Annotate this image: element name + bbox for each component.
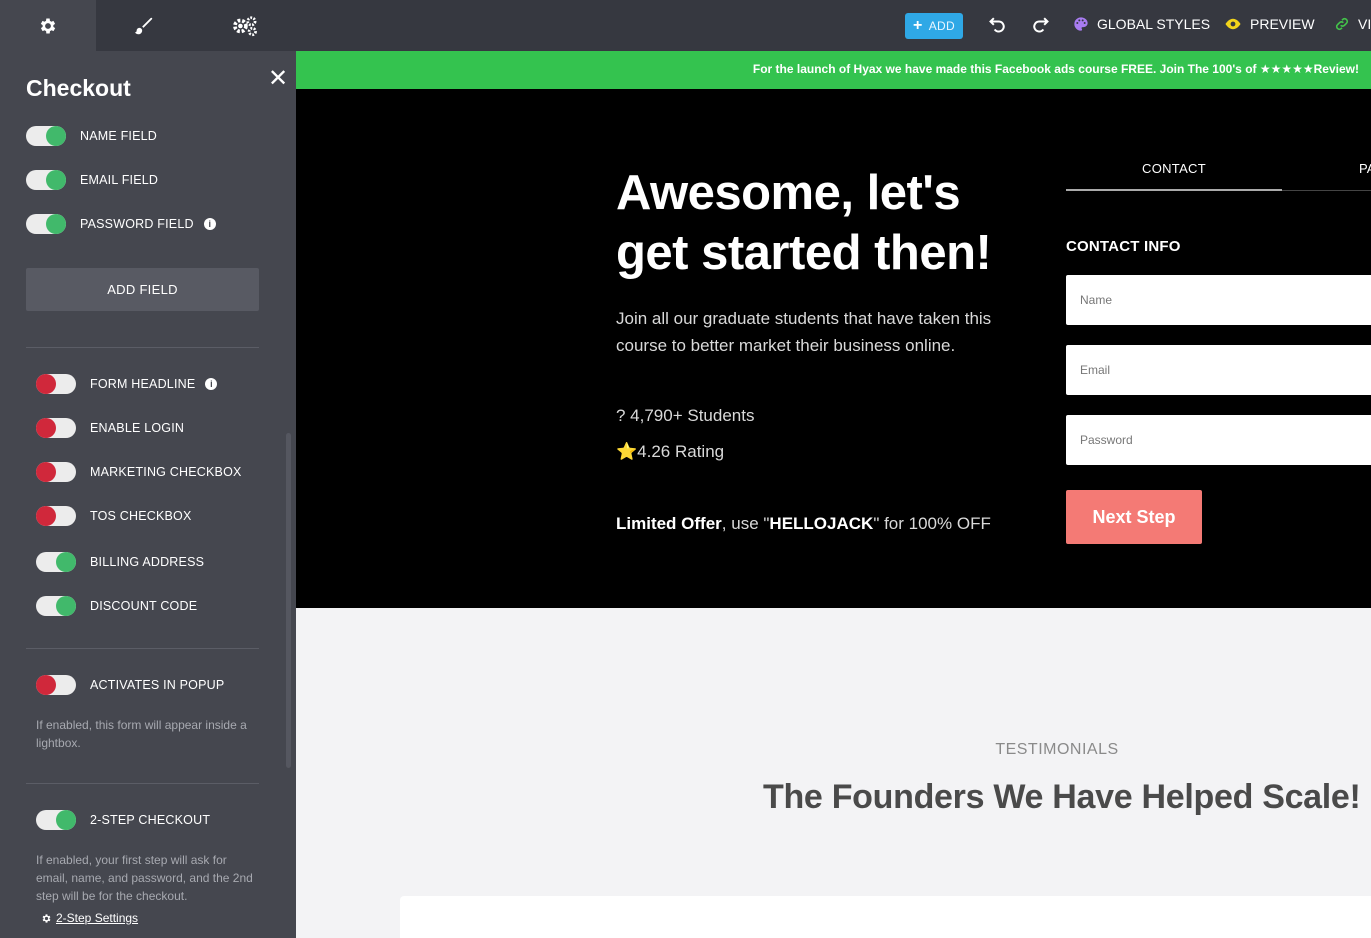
hero-subtext: Join all our graduate students that have… — [616, 309, 992, 355]
offer-text: Limited Offer, use "HELLOJACK" for 100% … — [616, 514, 991, 534]
divider — [26, 347, 259, 348]
view-live-button[interactable]: VI — [1334, 16, 1371, 32]
two-step-settings-label: 2-Step Settings — [56, 911, 139, 925]
billing-address-toggle[interactable] — [36, 552, 76, 572]
sidebar-scrollbar[interactable] — [286, 433, 291, 768]
students-stat: ? 4,790+ Students — [616, 406, 755, 425]
design-tab[interactable] — [96, 0, 192, 51]
redo-icon — [1033, 17, 1049, 33]
toggle-label: ACTIVATES IN POPUP — [90, 678, 225, 692]
offer-code: HELLOJACK — [769, 514, 874, 533]
add-label: ADD — [928, 19, 955, 33]
add-field-button[interactable]: ADD FIELD — [26, 268, 259, 311]
tab-contact-underline — [1066, 189, 1282, 191]
toggle-row-popup: ACTIVATES IN POPUP — [36, 674, 224, 696]
toggle-row-discount-code: DISCOUNT CODE — [36, 595, 197, 617]
settings-tab[interactable] — [0, 0, 96, 51]
preview-button[interactable]: PREVIEW — [1224, 16, 1315, 32]
gear-icon — [40, 18, 56, 33]
toggle-label: DISCOUNT CODE — [90, 599, 198, 613]
toggle-row-name-field: NAME FIELD — [26, 125, 157, 147]
toggle-label: ENABLE LOGIN — [90, 421, 185, 435]
checkout-settings-panel: Checkout ✕ NAME FIELD EMAIL FIELD PASSWO… — [0, 51, 296, 938]
undo-button[interactable] — [988, 14, 1008, 39]
offer-suffix: " for 100% OFF — [873, 514, 991, 533]
toggle-row-form-headline: FORM HEADLINE i — [36, 373, 218, 395]
discount-code-toggle[interactable] — [36, 596, 76, 616]
toggle-row-two-step: 2-STEP CHECKOUT — [36, 809, 210, 831]
hero-headline: Awesome, let's get started then! — [616, 166, 992, 280]
toggle-label: TOS CHECKBOX — [90, 509, 192, 523]
enable-login-toggle[interactable] — [36, 418, 76, 438]
toggle-row-tos-checkbox: TOS CHECKBOX — [36, 505, 192, 527]
panel-title: Checkout — [26, 75, 131, 101]
two-step-checkout-toggle[interactable] — [36, 810, 76, 830]
paint-brush-icon — [134, 17, 153, 34]
top-toolbar: + ADD GLOBAL STYLES PREVIEW VI — [0, 0, 1371, 51]
tab-payment[interactable]: PA — [1359, 161, 1371, 176]
info-icon[interactable]: i — [203, 218, 216, 230]
toggle-label: MARKETING CHECKBOX — [90, 465, 242, 479]
gear-icon — [42, 913, 51, 923]
view-label: VI — [1358, 16, 1371, 32]
offer-mid: , use " — [721, 514, 770, 533]
hero-section[interactable]: Awesome, let's get started then! Join al… — [296, 89, 1371, 608]
plus-icon: + — [913, 17, 923, 34]
rating-stat: ⭐4.26 Rating — [616, 442, 725, 461]
global-styles-button[interactable]: GLOBAL STYLES — [1073, 16, 1210, 32]
gears-icon — [233, 15, 257, 36]
palette-icon — [1074, 17, 1088, 31]
toggle-label: FORM HEADLINE — [90, 377, 196, 391]
toggle-row-password-field: PASSWORD FIELD i — [26, 213, 216, 235]
toggle-label: BILLING ADDRESS — [90, 555, 205, 569]
redo-button[interactable] — [1030, 14, 1050, 39]
contact-info-heading: CONTACT INFO — [1066, 238, 1181, 255]
toggle-row-email-field: EMAIL FIELD — [26, 169, 158, 191]
divider — [26, 783, 259, 784]
advanced-settings-tab[interactable] — [197, 0, 293, 51]
link-icon — [1335, 17, 1349, 31]
announcement-banner[interactable]: For the launch of Hyax we have made this… — [296, 51, 1371, 89]
toggle-row-enable-login: ENABLE LOGIN — [36, 417, 184, 439]
marketing-checkbox-toggle[interactable] — [36, 462, 76, 482]
email-field-toggle[interactable] — [26, 170, 66, 190]
preview-label: PREVIEW — [1250, 16, 1315, 32]
eye-icon — [1225, 18, 1241, 30]
form-headline-toggle[interactable] — [36, 374, 76, 394]
info-icon[interactable]: i — [205, 378, 218, 390]
name-input[interactable]: Name — [1066, 275, 1371, 325]
password-field-toggle[interactable] — [26, 214, 66, 234]
popup-help-text: If enabled, this form will appear inside… — [36, 718, 247, 750]
banner-text: For the launch of Hyax we have made this… — [752, 62, 1359, 76]
global-styles-label: GLOBAL STYLES — [1097, 16, 1211, 32]
toggle-label: NAME FIELD — [80, 129, 158, 143]
offer-prefix: Limited Offer — [616, 514, 722, 533]
next-step-button[interactable]: Next Step — [1066, 490, 1202, 544]
toggle-label: EMAIL FIELD — [80, 173, 159, 187]
email-input[interactable]: Email — [1066, 345, 1371, 395]
divider — [26, 648, 259, 649]
two-step-help-text: If enabled, your first step will ask for… — [36, 853, 253, 903]
page-canvas: For the launch of Hyax we have made this… — [296, 51, 1371, 938]
toggle-label: 2-STEP CHECKOUT — [90, 813, 211, 827]
testimonials-title: The Founders We Have Helped Scale! — [763, 778, 1361, 816]
close-icon[interactable]: ✕ — [268, 64, 288, 93]
testimonial-card[interactable] — [400, 896, 1371, 938]
tos-checkbox-toggle[interactable] — [36, 506, 76, 526]
tab-divider — [1282, 190, 1371, 191]
toggle-row-billing-address: BILLING ADDRESS — [36, 551, 204, 573]
tab-contact[interactable]: CONTACT — [1066, 161, 1282, 176]
activates-in-popup-toggle[interactable] — [36, 675, 76, 695]
toggle-label: PASSWORD FIELD — [80, 217, 194, 231]
two-step-settings-link[interactable]: 2-Step Settings — [41, 911, 138, 925]
name-field-toggle[interactable] — [26, 126, 66, 146]
testimonials-label: TESTIMONIALS — [995, 741, 1119, 758]
add-element-button[interactable]: + ADD — [905, 13, 963, 39]
undo-icon — [989, 17, 1005, 33]
toggle-row-marketing-checkbox: MARKETING CHECKBOX — [36, 461, 242, 483]
password-input[interactable]: Password — [1066, 415, 1371, 465]
